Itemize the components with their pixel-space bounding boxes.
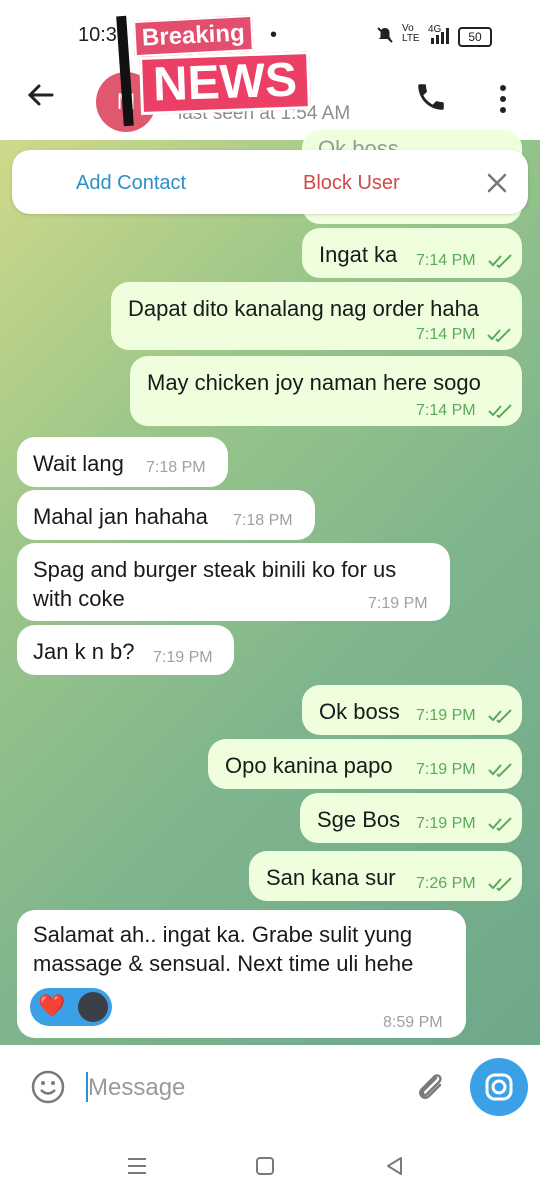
- message-time: 7:19 PM: [368, 595, 428, 612]
- message-bubble-incoming[interactable]: Wait lang 7:18 PM: [17, 437, 228, 487]
- read-receipt-icon: [487, 328, 511, 342]
- read-receipt-icon: [488, 404, 512, 418]
- mute-icon: [377, 27, 393, 43]
- message-time: 7:19 PM: [153, 649, 213, 666]
- reaction-chip[interactable]: ❤️: [30, 988, 112, 1026]
- message-text: Ingat ka: [319, 242, 398, 267]
- breaking-sticker: Breaking: [133, 14, 254, 58]
- message-bubble-incoming[interactable]: Jan k n b? 7:19 PM: [17, 625, 234, 675]
- reactor-avatar: [78, 992, 108, 1022]
- home-nav-icon[interactable]: [255, 1156, 275, 1176]
- volte-indicator: Vo LTE: [402, 24, 420, 44]
- message-text-line1: Salamat ah.. ingat ka. Grabe sulit yung: [33, 922, 413, 947]
- message-text: Mahal jan hahaha: [33, 504, 208, 529]
- message-text-line1: Spag and burger steak binili ko for us: [33, 557, 397, 582]
- read-receipt-icon: [488, 763, 512, 777]
- message-bubble-outgoing[interactable]: May chicken joy naman here sogo 7:14 PM: [130, 356, 522, 426]
- message-text: Ok boss: [319, 699, 400, 724]
- add-contact-button[interactable]: Add Contact: [76, 172, 186, 195]
- message-bubble-outgoing[interactable]: Dapat dito kanalang nag order haha 7:14 …: [111, 282, 522, 350]
- message-time: 7:18 PM: [146, 459, 206, 476]
- message-bubble-incoming[interactable]: Salamat ah.. ingat ka. Grabe sulit yung …: [17, 910, 466, 1038]
- message-bubble-outgoing[interactable]: Ok boss 7:19 PM: [302, 685, 522, 735]
- arrow-left-icon[interactable]: [26, 80, 56, 110]
- message-time: 7:14 PM: [416, 402, 476, 419]
- smile-icon[interactable]: [30, 1069, 66, 1105]
- message-text: San kana sur: [266, 865, 396, 890]
- message-text: Jan k n b?: [33, 639, 135, 664]
- message-time: 7:19 PM: [416, 761, 476, 778]
- message-bubble-outgoing[interactable]: Ingat ka 7:14 PM: [302, 228, 522, 278]
- message-input[interactable]: [86, 1068, 400, 1108]
- news-sticker: NEWS: [139, 51, 311, 115]
- message-bubble-incoming[interactable]: Mahal jan hahaha 7:18 PM: [17, 490, 315, 540]
- phone-icon[interactable]: [414, 80, 448, 114]
- message-text: May chicken joy naman here sogo: [147, 370, 481, 395]
- back-nav-icon[interactable]: [384, 1155, 404, 1177]
- read-receipt-icon: [488, 877, 512, 891]
- message-text-line2: massage & sensual. Next time uli hehe: [33, 951, 414, 976]
- camera-button[interactable]: [470, 1058, 528, 1116]
- message-time: 7:19 PM: [416, 815, 476, 832]
- message-text-line2: with coke: [33, 586, 125, 611]
- heart-icon: ❤️: [38, 993, 66, 1018]
- message-text: Sge Bos: [317, 807, 401, 832]
- message-bubble-outgoing[interactable]: San kana sur 7:26 PM: [249, 851, 522, 901]
- close-icon[interactable]: [486, 172, 508, 194]
- message-text: Wait lang: [33, 451, 124, 476]
- notification-dot: •: [270, 24, 278, 46]
- block-user-button[interactable]: Block User: [303, 172, 400, 195]
- battery-indicator: 50: [458, 27, 492, 47]
- message-time: 8:59 PM: [383, 1014, 443, 1031]
- message-bubble-outgoing[interactable]: Sge Bos 7:19 PM: [300, 793, 522, 843]
- message-bubble-incoming[interactable]: Spag and burger steak binili ko for us w…: [17, 543, 450, 621]
- read-receipt-icon: [488, 817, 512, 831]
- message-text: Opo kanina papo: [225, 753, 393, 778]
- camera-icon: [485, 1073, 513, 1101]
- more-vert-icon[interactable]: [494, 84, 512, 114]
- message-time: 7:18 PM: [233, 512, 293, 529]
- paperclip-icon[interactable]: [414, 1070, 448, 1104]
- signal-icon: [431, 28, 449, 44]
- message-time: 7:14 PM: [416, 252, 476, 269]
- message-bubble-outgoing[interactable]: Opo kanina papo 7:19 PM: [208, 739, 522, 789]
- message-text: Dapat dito kanalang nag order haha: [128, 296, 480, 321]
- message-time: 7:19 PM: [416, 707, 476, 724]
- read-receipt-icon: [488, 254, 512, 268]
- message-time: 7:26 PM: [416, 875, 476, 892]
- text-cursor: [86, 1072, 88, 1102]
- volte-lte: LTE: [402, 33, 420, 44]
- menu-nav-icon[interactable]: [126, 1156, 148, 1176]
- read-receipt-icon: [488, 709, 512, 723]
- message-time: 7:14 PM: [416, 326, 476, 343]
